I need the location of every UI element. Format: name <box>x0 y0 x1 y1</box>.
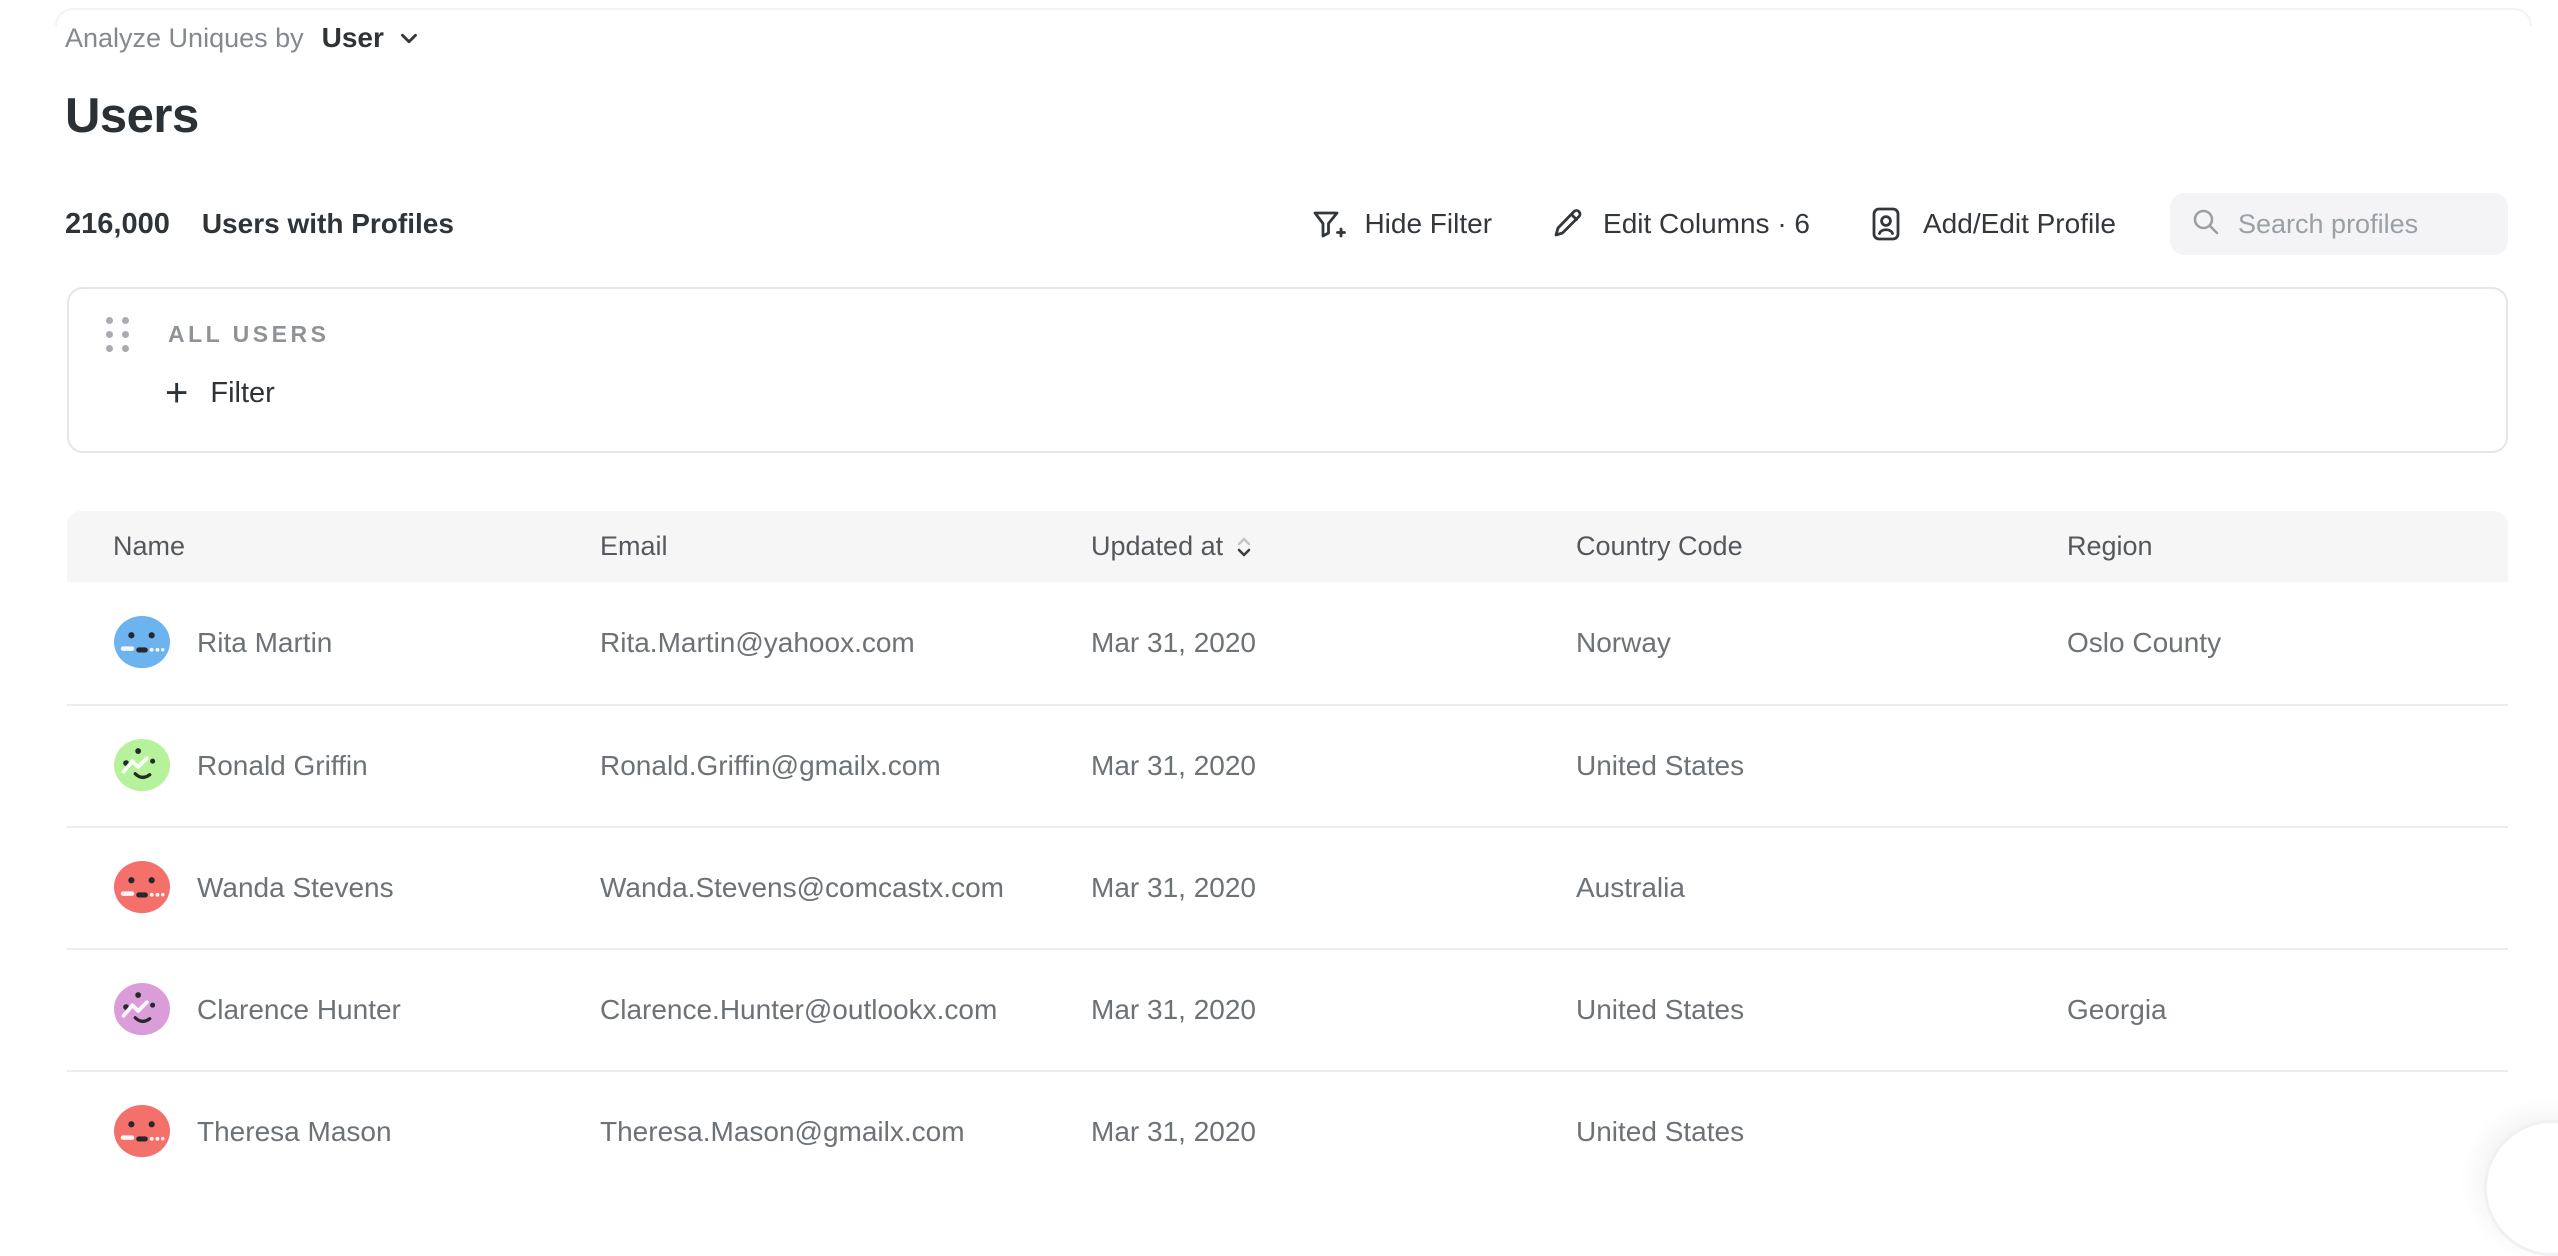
table-row[interactable]: Rita Martin Rita.Martin@yahoox.com Mar 3… <box>67 582 2508 704</box>
all-users-group-label: ALL USERS <box>168 321 329 348</box>
user-updated-at: Mar 31, 2020 <box>1091 750 1576 782</box>
user-count: 216,000 <box>65 208 170 241</box>
user-email: Clarence.Hunter@outlookx.com <box>600 994 1091 1026</box>
hide-filter-button[interactable]: Hide Filter <box>1309 205 1492 243</box>
column-header-updated-at[interactable]: Updated at <box>1091 531 1576 562</box>
user-email: Rita.Martin@yahoox.com <box>600 627 1091 659</box>
toolbar: Hide Filter Edit Columns · 6 Add/Edit Pr… <box>1253 193 2508 255</box>
drag-dots-icon[interactable] <box>102 313 134 356</box>
search-profiles-box[interactable] <box>2170 193 2508 255</box>
user-country: United States <box>1576 994 2067 1026</box>
edit-columns-label: Edit Columns · 6 <box>1603 208 1810 240</box>
pencil-icon <box>1548 205 1586 243</box>
analyze-uniques-label: Analyze Uniques by <box>65 23 304 54</box>
table-row[interactable]: Ronald Griffin Ronald.Griffin@gmailx.com… <box>67 704 2508 826</box>
edit-columns-button[interactable]: Edit Columns · 6 <box>1548 205 1810 243</box>
user-updated-at: Mar 31, 2020 <box>1091 872 1576 904</box>
magnifier-icon <box>2190 206 2222 243</box>
plus-icon: + <box>165 373 188 413</box>
user-name: Theresa Mason <box>197 1116 392 1148</box>
user-country: Australia <box>1576 872 2067 904</box>
user-avatar <box>113 860 171 916</box>
user-region: Georgia <box>2067 994 2508 1026</box>
content-card-top-edge <box>55 8 2532 26</box>
user-updated-at: Mar 31, 2020 <box>1091 1116 1576 1148</box>
user-updated-at: Mar 31, 2020 <box>1091 627 1576 659</box>
funnel-plus-icon <box>1309 205 1347 243</box>
add-edit-profile-label: Add/Edit Profile <box>1923 208 2116 240</box>
user-country: United States <box>1576 1116 2067 1148</box>
table-body: Rita Martin Rita.Martin@yahoox.com Mar 3… <box>67 582 2508 1192</box>
column-header-name[interactable]: Name <box>113 531 600 562</box>
hide-filter-label: Hide Filter <box>1364 208 1492 240</box>
user-name: Clarence Hunter <box>197 994 401 1026</box>
user-email: Ronald.Griffin@gmailx.com <box>600 750 1091 782</box>
user-avatar <box>113 1104 171 1160</box>
users-table: Name Email Updated at Country Code Regio… <box>67 511 2508 1192</box>
stats-toolbar-row: 216,000 Users with Profiles Hide Filter … <box>65 192 2508 256</box>
contact-card-icon <box>1866 204 1906 244</box>
user-updated-at: Mar 31, 2020 <box>1091 994 1576 1026</box>
add-filter-label: Filter <box>210 377 274 410</box>
user-country: United States <box>1576 750 2067 782</box>
chevron-down-icon <box>396 25 422 51</box>
analyze-by-dropdown[interactable]: User <box>322 22 422 54</box>
column-header-country-code[interactable]: Country Code <box>1576 531 2067 562</box>
analyze-by-value: User <box>322 22 384 54</box>
filter-card: ALL USERS + Filter <box>67 287 2508 453</box>
user-avatar <box>113 615 171 671</box>
user-email: Theresa.Mason@gmailx.com <box>600 1116 1091 1148</box>
table-header-row: Name Email Updated at Country Code Regio… <box>67 511 2508 582</box>
analyze-uniques-row: Analyze Uniques by User <box>65 22 422 54</box>
sort-chevrons-icon <box>1235 536 1253 558</box>
add-filter-button[interactable]: + Filter <box>165 373 275 413</box>
page-title: Users <box>65 88 199 144</box>
user-country: Norway <box>1576 627 2067 659</box>
user-name: Rita Martin <box>197 627 332 659</box>
add-edit-profile-button[interactable]: Add/Edit Profile <box>1866 204 2116 244</box>
column-header-region[interactable]: Region <box>2067 531 2508 562</box>
user-name: Ronald Griffin <box>197 750 368 782</box>
user-avatar <box>113 738 171 794</box>
user-region: Oslo County <box>2067 627 2508 659</box>
user-count-label: Users with Profiles <box>202 208 454 240</box>
user-avatar <box>113 982 171 1038</box>
table-row[interactable]: Clarence Hunter Clarence.Hunter@outlookx… <box>67 948 2508 1070</box>
search-profiles-input[interactable] <box>2238 209 2488 240</box>
column-header-email[interactable]: Email <box>600 531 1091 562</box>
user-email: Wanda.Stevens@comcastx.com <box>600 872 1091 904</box>
table-row[interactable]: Wanda Stevens Wanda.Stevens@comcastx.com… <box>67 826 2508 948</box>
user-name: Wanda Stevens <box>197 872 394 904</box>
table-row[interactable]: Theresa Mason Theresa.Mason@gmailx.com M… <box>67 1070 2508 1192</box>
